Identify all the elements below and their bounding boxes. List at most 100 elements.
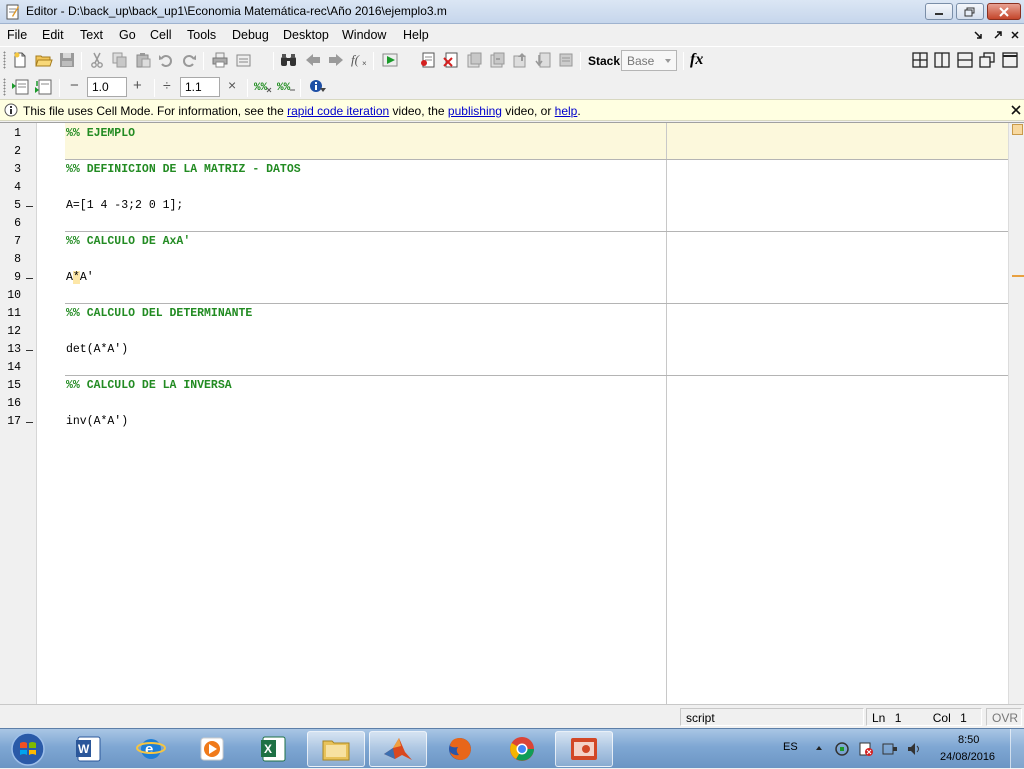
dock-arrow-icon[interactable] bbox=[973, 30, 983, 40]
function-browser-button[interactable]: f(× bbox=[350, 51, 370, 69]
taskbar-powerpoint[interactable] bbox=[555, 731, 613, 767]
line-number: 3 bbox=[14, 163, 21, 176]
restore-button[interactable] bbox=[956, 3, 984, 20]
menu-bar: File Edit Text Go Cell Tools Debug Deskt… bbox=[0, 24, 1024, 46]
close-doc-icon[interactable] bbox=[1010, 30, 1020, 40]
menu-help[interactable]: Help bbox=[403, 28, 429, 42]
menu-desktop[interactable]: Desktop bbox=[283, 28, 329, 42]
taskbar-firefox[interactable] bbox=[431, 731, 489, 767]
toolbar-grip[interactable] bbox=[3, 51, 6, 69]
insert-cell-divider-button[interactable]: %% bbox=[254, 78, 274, 96]
continue-button[interactable] bbox=[534, 51, 552, 69]
breakpoint-dash[interactable] bbox=[26, 422, 33, 423]
scale-value-input[interactable]: 1.1 bbox=[180, 77, 220, 97]
taskbar-chrome[interactable] bbox=[493, 731, 551, 767]
tile-grid-button[interactable] bbox=[911, 51, 929, 69]
code-analyzer-status-icon[interactable] bbox=[1012, 124, 1023, 135]
maximize-doc-button[interactable] bbox=[1001, 51, 1019, 69]
print-button[interactable] bbox=[211, 51, 229, 69]
show-hidden-icons-icon[interactable] bbox=[815, 745, 823, 751]
insert-function-button[interactable]: fx bbox=[690, 51, 703, 69]
menu-file[interactable]: File bbox=[7, 28, 27, 42]
code-editor[interactable]: 1 2 3 4 5 6 7 8 9 10 11 12 13 14 15 16 1… bbox=[0, 122, 1024, 705]
taskbar-file-explorer[interactable] bbox=[307, 731, 365, 767]
breakpoint-dash[interactable] bbox=[26, 206, 33, 207]
taskbar-word[interactable]: W bbox=[60, 731, 118, 767]
breakpoint-icon bbox=[421, 52, 435, 68]
go-back-button[interactable] bbox=[304, 51, 322, 69]
start-button[interactable] bbox=[2, 731, 54, 767]
divide-button[interactable]: ÷ bbox=[163, 77, 171, 93]
eval-cell-advance-button[interactable] bbox=[34, 78, 52, 96]
multiply-button[interactable]: × bbox=[228, 77, 236, 93]
close-infobar-icon[interactable] bbox=[1011, 105, 1021, 115]
code-line-7: %% CALCULO DE AxA' bbox=[66, 235, 191, 248]
menu-cell[interactable]: Cell bbox=[150, 28, 172, 42]
line-number: 16 bbox=[7, 397, 21, 410]
eval-cell-button[interactable] bbox=[11, 78, 29, 96]
vertical-scrollbar[interactable] bbox=[1008, 123, 1024, 705]
warning-marker[interactable] bbox=[1012, 275, 1024, 277]
line-number-gutter[interactable]: 1 2 3 4 5 6 7 8 9 10 11 12 13 14 15 16 1… bbox=[0, 123, 37, 705]
cell-divider-line bbox=[65, 159, 1008, 160]
code-line-13: det(A*A') bbox=[66, 343, 129, 356]
step-button[interactable] bbox=[465, 51, 483, 69]
menu-go[interactable]: Go bbox=[119, 28, 136, 42]
close-window-button[interactable] bbox=[987, 3, 1021, 20]
open-button[interactable] bbox=[35, 51, 53, 69]
menu-edit[interactable]: Edit bbox=[42, 28, 64, 42]
toolbar-grip[interactable] bbox=[3, 78, 6, 96]
link-help[interactable]: help bbox=[555, 104, 578, 118]
volume-icon[interactable] bbox=[906, 741, 922, 757]
increment-value-input[interactable]: 1.0 bbox=[87, 77, 127, 97]
clear-breakpoints-button[interactable] bbox=[442, 51, 460, 69]
undo-button[interactable] bbox=[157, 51, 175, 69]
menu-debug[interactable]: Debug bbox=[232, 28, 269, 42]
stack-select[interactable]: Base bbox=[621, 50, 677, 71]
run-button[interactable] bbox=[382, 51, 400, 69]
float-window-button[interactable] bbox=[978, 51, 996, 69]
clock-time[interactable]: 8:50 bbox=[958, 734, 979, 746]
remove-cell-divider-button[interactable]: %% bbox=[277, 78, 297, 96]
tile-horizontal-button[interactable] bbox=[956, 51, 974, 69]
exit-debug-button[interactable] bbox=[557, 51, 575, 69]
action-center-icon[interactable] bbox=[858, 741, 874, 757]
taskbar-matlab[interactable] bbox=[369, 731, 427, 767]
increment-button[interactable]: + bbox=[133, 77, 142, 94]
paste-button[interactable] bbox=[134, 51, 152, 69]
link-rapid-code-iteration[interactable]: rapid code iteration bbox=[287, 104, 389, 118]
menu-window[interactable]: Window bbox=[342, 28, 386, 42]
undock-arrow-icon[interactable] bbox=[993, 30, 1003, 40]
info-dropdown-icon[interactable] bbox=[319, 87, 327, 93]
decrement-button[interactable]: − bbox=[70, 77, 79, 94]
taskbar-internet-explorer[interactable]: e bbox=[122, 731, 180, 767]
svg-text:×: × bbox=[362, 59, 367, 68]
redo-button[interactable] bbox=[180, 51, 198, 69]
show-desktop-button[interactable] bbox=[1010, 729, 1024, 769]
step-out-icon bbox=[513, 53, 526, 68]
go-forward-button[interactable] bbox=[327, 51, 345, 69]
copy-button[interactable] bbox=[111, 51, 129, 69]
find-button[interactable] bbox=[280, 51, 298, 69]
taskbar-media-player[interactable] bbox=[183, 731, 241, 767]
cut-button[interactable] bbox=[88, 51, 106, 69]
link-publishing[interactable]: publishing bbox=[448, 104, 502, 118]
language-indicator[interactable]: ES bbox=[783, 741, 798, 753]
clock-date[interactable]: 24/08/2016 bbox=[940, 751, 995, 763]
publish-button[interactable] bbox=[236, 51, 254, 69]
line-number: 8 bbox=[14, 253, 21, 266]
step-out-button[interactable] bbox=[511, 51, 529, 69]
breakpoint-dash[interactable] bbox=[26, 350, 33, 351]
step-in-button[interactable] bbox=[488, 51, 506, 69]
set-breakpoint-button[interactable] bbox=[419, 51, 437, 69]
breakpoint-dash[interactable] bbox=[26, 278, 33, 279]
save-button[interactable] bbox=[58, 51, 76, 69]
network-tray-icon[interactable] bbox=[834, 741, 850, 757]
power-tray-icon[interactable] bbox=[882, 741, 898, 757]
new-file-button[interactable] bbox=[11, 51, 29, 69]
menu-text[interactable]: Text bbox=[80, 28, 103, 42]
taskbar-excel[interactable]: X bbox=[245, 731, 303, 767]
menu-tools[interactable]: Tools bbox=[187, 28, 216, 42]
tile-vertical-button[interactable] bbox=[933, 51, 951, 69]
minimize-button[interactable] bbox=[925, 3, 953, 20]
